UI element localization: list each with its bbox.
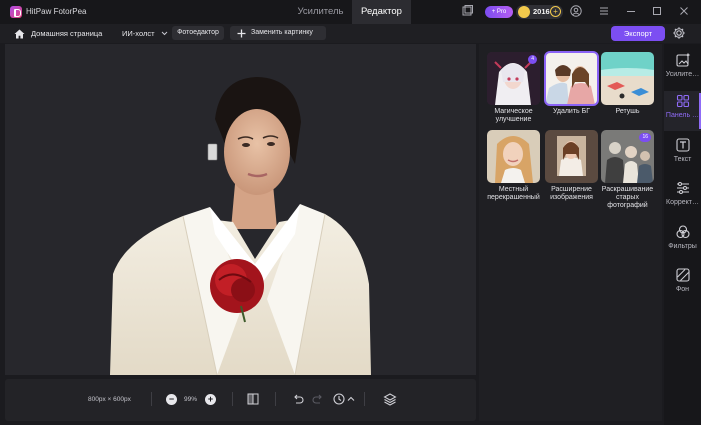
close-icon[interactable] <box>677 5 691 19</box>
zoom-in-button[interactable]: + <box>205 394 216 405</box>
divider <box>232 392 233 406</box>
feature-thumbnail <box>601 52 654 105</box>
canvas-bottom-bar: 800px × 600px − 99% + <box>5 379 476 421</box>
home-button[interactable]: Домашняя страница <box>14 28 102 40</box>
rail-item-panel[interactable]: Панель … <box>664 91 701 131</box>
tool-rail: Усилите… Панель … Текст Коррект… Фильтры… <box>664 44 701 425</box>
text-icon <box>675 138 690 152</box>
add-coins-icon[interactable]: + <box>550 6 561 17</box>
edited-photo <box>110 77 371 375</box>
history-icon[interactable] <box>332 392 346 406</box>
undo-icon[interactable] <box>291 392 305 406</box>
coin-icon <box>518 6 530 18</box>
rail-item-adjust[interactable]: Коррект… <box>664 178 701 218</box>
divider <box>364 392 365 406</box>
home-icon <box>14 29 25 39</box>
minimize-icon[interactable] <box>624 5 638 19</box>
replace-image-button[interactable]: Заменить картинку <box>230 26 326 40</box>
zoom-level: 99% <box>184 396 198 403</box>
grid-icon <box>676 94 689 108</box>
editor-toolbar: Домашняя страница ИИ-холст Фотоедактор З… <box>0 24 701 43</box>
feature-thumbnail <box>544 51 599 106</box>
credit-badge: 4 <box>528 55 537 64</box>
background-icon <box>675 268 690 282</box>
sparkle-image-icon <box>675 52 690 67</box>
rail-item-text[interactable]: Текст <box>664 135 701 175</box>
credit-badge: 16 <box>639 133 651 142</box>
tab-editor[interactable]: Редактор <box>352 0 411 24</box>
layers-icon[interactable] <box>383 392 397 406</box>
feature-label: Магическое улучшение <box>494 108 533 123</box>
feature-card-magic-enhance[interactable]: 4 Магическое улучшение <box>487 52 540 124</box>
export-button[interactable]: Экспорт <box>611 26 665 41</box>
plus-icon <box>237 29 246 37</box>
divider <box>151 392 152 406</box>
feature-label: Удалить БГ <box>552 108 591 115</box>
user-icon[interactable] <box>569 5 583 19</box>
chevron-up-icon[interactable] <box>346 392 356 406</box>
coin-count: 2016 <box>533 7 550 16</box>
rail-label: Усилите… <box>665 71 700 78</box>
feature-panel: 4 Магическое улучшение Удалить БГ Ретушь… <box>479 44 662 421</box>
rail-label: Фон <box>675 286 690 293</box>
rail-item-enhancer[interactable]: Усилите… <box>664 50 701 90</box>
feature-label: Расширение изображения <box>550 186 593 201</box>
filters-icon <box>675 225 690 239</box>
rail-item-background[interactable]: Фон <box>664 265 701 305</box>
tab-enhancer[interactable]: Усилитель <box>289 0 352 24</box>
rail-label: Коррект… <box>666 199 699 206</box>
chevron-down-icon <box>161 31 167 36</box>
feature-card-remove-bg[interactable]: Удалить БГ <box>544 51 599 116</box>
title-bar: HitPaw FotorPea Усилитель Редактор + Pro… <box>0 0 701 24</box>
zoom-out-button[interactable]: − <box>166 394 177 405</box>
feature-card-retouch[interactable]: Ретушь <box>601 52 654 116</box>
feature-card-local-recolor[interactable]: Местный перекрашенный <box>487 130 540 202</box>
feature-card-image-expand[interactable]: Расширение изображения <box>545 130 598 202</box>
redo-icon[interactable] <box>311 392 325 406</box>
photo-editor-chip[interactable]: Фотоедактор <box>172 26 224 40</box>
pro-upgrade-button[interactable]: + Pro <box>485 6 513 18</box>
canvas-size-label: 800px × 600px <box>88 396 131 403</box>
feature-thumbnail <box>487 130 540 183</box>
app-title: HitPaw FotorPea <box>26 7 87 16</box>
coin-balance[interactable]: 2016 + <box>516 5 563 19</box>
maximize-icon[interactable] <box>650 5 664 19</box>
compare-icon[interactable] <box>246 392 260 406</box>
ai-canvas-label: ИИ-холст <box>122 29 155 38</box>
settings-icon[interactable] <box>672 26 686 40</box>
image-canvas[interactable] <box>5 44 476 375</box>
rail-label: Текст <box>673 156 692 163</box>
feature-thumbnail: 16 <box>601 130 654 183</box>
rail-label: Фильтры <box>668 243 697 250</box>
feature-label: Раскрашивание старых фотографий <box>601 186 654 209</box>
feature-label: Ретушь <box>615 108 640 115</box>
window-mode-icon[interactable] <box>460 5 474 19</box>
rail-label: Панель … <box>665 112 700 119</box>
home-label: Домашняя страница <box>31 29 103 38</box>
feature-label: Местный перекрашенный <box>487 186 540 201</box>
feature-thumbnail: 4 <box>487 52 540 105</box>
replace-image-label: Заменить картинку <box>251 29 313 36</box>
sliders-icon <box>676 182 689 194</box>
divider <box>275 392 276 406</box>
app-logo-icon <box>10 6 22 18</box>
rail-item-filters[interactable]: Фильтры <box>664 222 701 262</box>
feature-card-colorize[interactable]: 16 Раскрашивание старых фотографий <box>601 130 654 210</box>
feature-thumbnail <box>545 130 598 183</box>
ai-canvas-dropdown[interactable]: ИИ-холст <box>122 28 168 40</box>
menu-icon[interactable] <box>597 5 611 19</box>
